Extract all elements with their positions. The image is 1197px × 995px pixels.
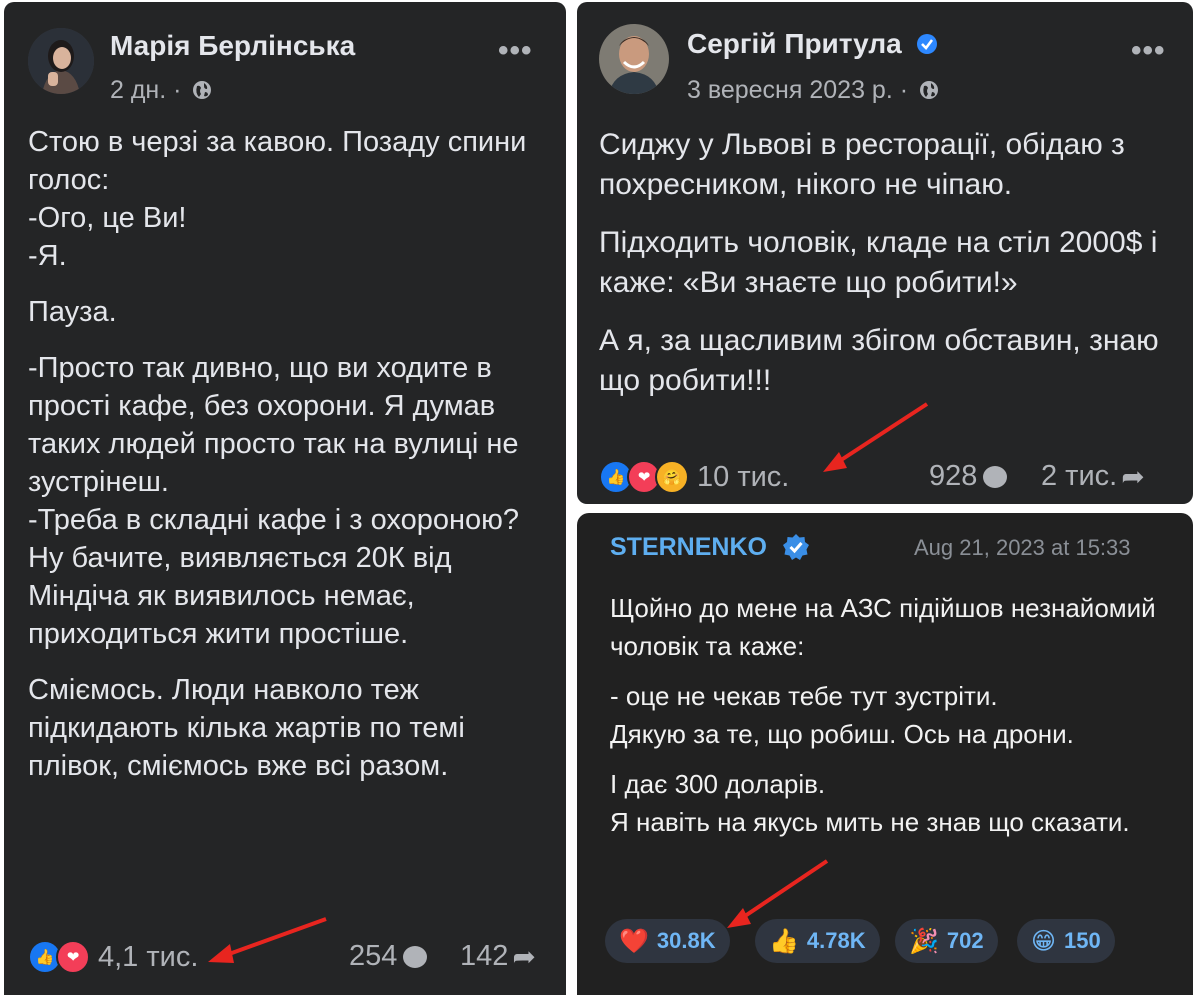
post-berlinska: Марія Берлінська 2 дн. · ••• Стою в черз… [4, 2, 566, 995]
red-arrow-annotation [823, 402, 929, 472]
red-arrow-annotation [208, 917, 327, 963]
red-arrow-annotation [727, 859, 829, 928]
post-prytula: Сергій Притула 3 вересня 2023 р. · ••• С… [577, 2, 1193, 504]
post-sternenko: STERNENKO Aug 21, 2023 at 15:33 Щойно до… [577, 513, 1193, 995]
